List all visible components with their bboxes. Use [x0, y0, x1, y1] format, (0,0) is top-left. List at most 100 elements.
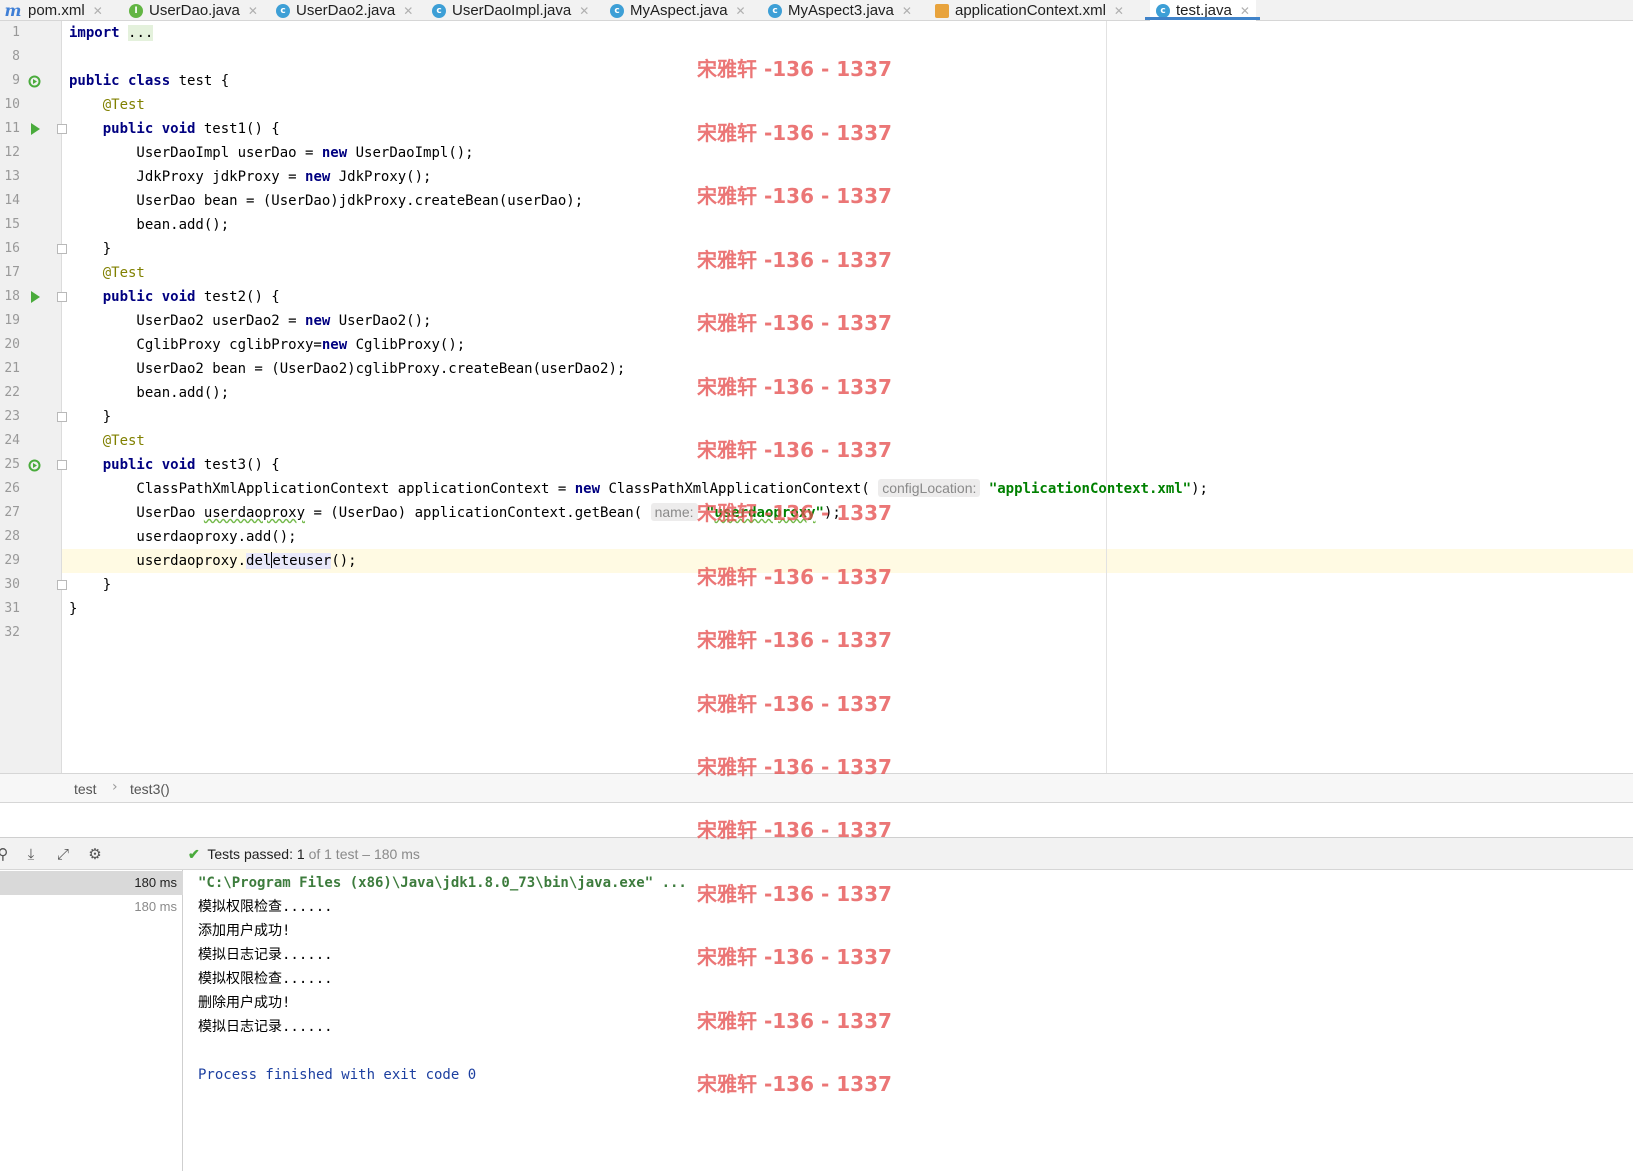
code-text[interactable]: JdkProxy jdkProxy = new JdkProxy();: [69, 165, 431, 189]
code-line[interactable]: 25 public void test3() {: [0, 453, 1633, 477]
code-text[interactable]: public void test2() {: [69, 285, 280, 309]
code-line[interactable]: 14 UserDao bean = (UserDao)jdkProxy.crea…: [0, 189, 1633, 213]
code-text[interactable]: UserDao userdaoproxy = (UserDao) applica…: [69, 501, 841, 525]
line-number: 24: [4, 433, 20, 448]
chevron-right-icon: ›: [112, 779, 118, 795]
tab-myaspect3-java[interactable]: c MyAspect3.java ✕: [768, 0, 912, 21]
run-test-icon[interactable]: [31, 123, 40, 135]
code-line[interactable]: 22 bean.add();: [0, 381, 1633, 405]
fold-marker-icon[interactable]: [57, 124, 67, 134]
code-line[interactable]: 20 CglibProxy cglibProxy=new CglibProxy(…: [0, 333, 1633, 357]
code-text[interactable]: CglibProxy cglibProxy=new CglibProxy();: [69, 333, 465, 357]
fold-marker-icon[interactable]: [57, 580, 67, 590]
code-text[interactable]: UserDao2 bean = (UserDao2)cglibProxy.cre…: [69, 357, 625, 381]
code-text[interactable]: @Test: [69, 93, 145, 117]
run-class-icon[interactable]: [28, 73, 41, 88]
code-line[interactable]: 15 bean.add();: [0, 213, 1633, 237]
code-text[interactable]: }: [69, 573, 111, 597]
line-number: 9: [12, 73, 20, 88]
line-number: 15: [4, 217, 20, 232]
code-line[interactable]: 19 UserDao2 userDao2 = new UserDao2();: [0, 309, 1633, 333]
code-text[interactable]: }: [69, 237, 111, 261]
tab-label: MyAspect.java: [630, 2, 728, 19]
console-line: 模拟日志记录......: [198, 947, 333, 963]
code-line[interactable]: 12 UserDaoImpl userDao = new UserDaoImpl…: [0, 141, 1633, 165]
code-text[interactable]: @Test: [69, 261, 145, 285]
code-text[interactable]: }: [69, 597, 77, 621]
code-text[interactable]: import ...: [69, 21, 154, 45]
code-line[interactable]: 10 @Test: [0, 93, 1633, 117]
search-icon[interactable]: ⚲: [0, 845, 12, 863]
expand-all-icon[interactable]: ⤢: [54, 845, 72, 863]
close-icon[interactable]: ✕: [736, 4, 746, 18]
fold-marker-icon[interactable]: [57, 460, 67, 470]
code-text[interactable]: public void test3() {: [69, 453, 280, 477]
run-test-icon[interactable]: [31, 291, 40, 303]
test-tree-item[interactable]: 180 ms: [0, 895, 183, 919]
tab-applicationcontext-xml[interactable]: applicationContext.xml ✕: [935, 0, 1124, 21]
gear-icon[interactable]: ⚙: [86, 845, 104, 863]
tab-userdaoimpl-java[interactable]: c UserDaoImpl.java ✕: [432, 0, 589, 21]
console-output[interactable]: "C:\Program Files (x86)\Java\jdk1.8.0_73…: [184, 870, 1633, 1171]
passed-count: 1: [296, 846, 305, 862]
breadcrumb-class[interactable]: test: [74, 781, 97, 797]
code-text[interactable]: UserDao2 userDao2 = new UserDao2();: [69, 309, 431, 333]
test-tree-root[interactable]: 180 ms: [0, 871, 183, 895]
close-icon[interactable]: ✕: [1114, 4, 1124, 18]
code-line[interactable]: 31}: [0, 597, 1633, 621]
close-icon[interactable]: ✕: [902, 4, 912, 18]
code-line[interactable]: 28 userdaoproxy.add();: [0, 525, 1633, 549]
tab-userdao2-java[interactable]: c UserDao2.java ✕: [276, 0, 413, 21]
close-icon[interactable]: ✕: [93, 4, 103, 18]
class-icon: c: [276, 3, 290, 18]
code-text[interactable]: bean.add();: [69, 213, 229, 237]
code-line[interactable]: 18 public void test2() {: [0, 285, 1633, 309]
code-line[interactable]: 1 import ...: [0, 21, 1633, 45]
code-text[interactable]: userdaoproxy.add();: [69, 525, 296, 549]
run-class-icon[interactable]: [28, 457, 41, 472]
code-line[interactable]: 24 @Test: [0, 429, 1633, 453]
close-icon[interactable]: ✕: [579, 4, 589, 18]
fold-marker-icon[interactable]: [57, 244, 67, 254]
code-text[interactable]: ClassPathXmlApplicationContext applicati…: [69, 477, 1208, 501]
code-text[interactable]: userdaoproxy.deleteuser();: [69, 549, 357, 573]
line-number: 13: [4, 169, 20, 184]
code-line[interactable]: 23 }: [0, 405, 1633, 429]
console-command-line: "C:\Program Files (x86)\Java\jdk1.8.0_73…: [198, 875, 687, 891]
code-line[interactable]: 16 }: [0, 237, 1633, 261]
code-line[interactable]: 11 public void test1() {: [0, 117, 1633, 141]
code-text[interactable]: }: [69, 405, 111, 429]
collapse-all-icon[interactable]: ⤓: [22, 845, 40, 863]
fold-marker-icon[interactable]: [57, 412, 67, 422]
tab-pom-xml[interactable]: m pom.xml ✕: [4, 0, 103, 21]
code-line[interactable]: 21 UserDao2 bean = (UserDao2)cglibProxy.…: [0, 357, 1633, 381]
code-text[interactable]: public void test1() {: [69, 117, 280, 141]
tab-myaspect-java[interactable]: c MyAspect.java ✕: [610, 0, 746, 21]
line-number: 31: [4, 601, 20, 616]
close-icon[interactable]: ✕: [1240, 4, 1250, 18]
code-line[interactable]: 8: [0, 45, 1633, 69]
code-text[interactable]: bean.add();: [69, 381, 229, 405]
code-text[interactable]: UserDao bean = (UserDao)jdkProxy.createB…: [69, 189, 583, 213]
close-icon[interactable]: ✕: [403, 4, 413, 18]
code-text[interactable]: UserDaoImpl userDao = new UserDaoImpl();: [69, 141, 473, 165]
code-line[interactable]: 32: [0, 621, 1633, 645]
line-number: 16: [4, 241, 20, 256]
line-number: 12: [4, 145, 20, 160]
line-number: 30: [4, 577, 20, 592]
tab-userdao-java[interactable]: I UserDao.java ✕: [129, 0, 258, 21]
tab-label: UserDao.java: [149, 2, 240, 19]
code-line[interactable]: 29 userdaoproxy.deleteuser();: [0, 549, 1633, 573]
code-line[interactable]: 9 public class test {: [0, 69, 1633, 93]
fold-marker-icon[interactable]: [57, 292, 67, 302]
code-line[interactable]: 26 ClassPathXmlApplicationContext applic…: [0, 477, 1633, 501]
code-line[interactable]: 30 }: [0, 573, 1633, 597]
code-line[interactable]: 27 UserDao userdaoproxy = (UserDao) appl…: [0, 501, 1633, 525]
code-line[interactable]: 13 JdkProxy jdkProxy = new JdkProxy();: [0, 165, 1633, 189]
breadcrumb-method[interactable]: test3(): [130, 781, 170, 797]
code-text[interactable]: @Test: [69, 429, 145, 453]
close-icon[interactable]: ✕: [248, 4, 258, 18]
code-editor[interactable]: 1 import ... 8 9 public class test {10 @Test…: [0, 21, 1633, 773]
code-line[interactable]: 17 @Test: [0, 261, 1633, 285]
code-text[interactable]: public class test {: [69, 69, 229, 93]
